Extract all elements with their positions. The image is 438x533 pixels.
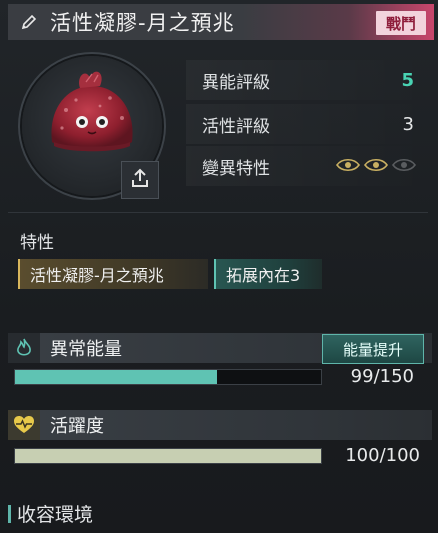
eye-icon xyxy=(392,158,416,172)
energy-value: 99/150 xyxy=(350,366,414,387)
creature-name: 活性凝膠-月之預兆 xyxy=(50,11,235,35)
energy-header: 異常能量 能量提升 xyxy=(8,333,432,364)
mutation-trait-row: 變異特性 xyxy=(186,146,426,186)
flame-icon xyxy=(8,333,40,363)
environment-title: 收容環境 xyxy=(17,504,94,526)
vitality-bar xyxy=(14,448,322,464)
energy-boost-button[interactable]: 能量提升 xyxy=(322,334,424,364)
vitality-label: 活躍度 xyxy=(50,416,104,437)
mutation-trait-label: 變異特性 xyxy=(202,158,270,179)
environment-section: 收容環境 xyxy=(8,500,93,527)
eye-icon xyxy=(364,158,388,172)
vitality-bar-fill xyxy=(15,449,321,463)
upload-button[interactable] xyxy=(121,161,159,199)
header-bar: 活性凝膠-月之預兆 戰鬥 xyxy=(8,4,434,40)
activity-rating-label: 活性評級 xyxy=(202,116,270,137)
ability-rating-value: 5 xyxy=(401,69,414,91)
ability-rating-label: 異能評級 xyxy=(202,72,270,93)
traits-title: 特性 xyxy=(20,233,54,253)
mutation-eyes xyxy=(336,158,416,172)
trait-tag-primary-label: 活性凝膠-月之預兆 xyxy=(30,266,164,285)
creature-portrait xyxy=(51,71,133,152)
ability-rating-row: 異能評級 5 xyxy=(186,60,426,100)
vitality-header: 活躍度 xyxy=(8,410,432,440)
activity-rating-row: 活性評級 3 xyxy=(186,104,426,144)
vitality-value: 100/100 xyxy=(345,445,420,466)
creature-detail-panel: 活性凝膠-月之預兆 戰鬥 異能評級 5 活性評級 3 變異特性 特性 活性凝膠-… xyxy=(0,0,438,533)
upload-icon xyxy=(129,167,151,193)
trait-tag-secondary[interactable]: 拓展內在3 xyxy=(214,259,322,289)
trait-tag-primary[interactable]: 活性凝膠-月之預兆 xyxy=(18,259,208,289)
activity-rating-value: 3 xyxy=(402,113,414,135)
energy-bar xyxy=(14,369,322,385)
trait-tag-secondary-label: 拓展內在3 xyxy=(226,266,301,285)
eye-icon xyxy=(336,158,360,172)
section-marker xyxy=(8,504,11,523)
energy-label: 異常能量 xyxy=(50,339,122,360)
energy-bar-fill xyxy=(15,370,217,384)
pencil-icon[interactable] xyxy=(18,11,40,33)
heart-pulse-icon xyxy=(8,410,40,440)
combat-badge: 戰鬥 xyxy=(375,11,426,35)
